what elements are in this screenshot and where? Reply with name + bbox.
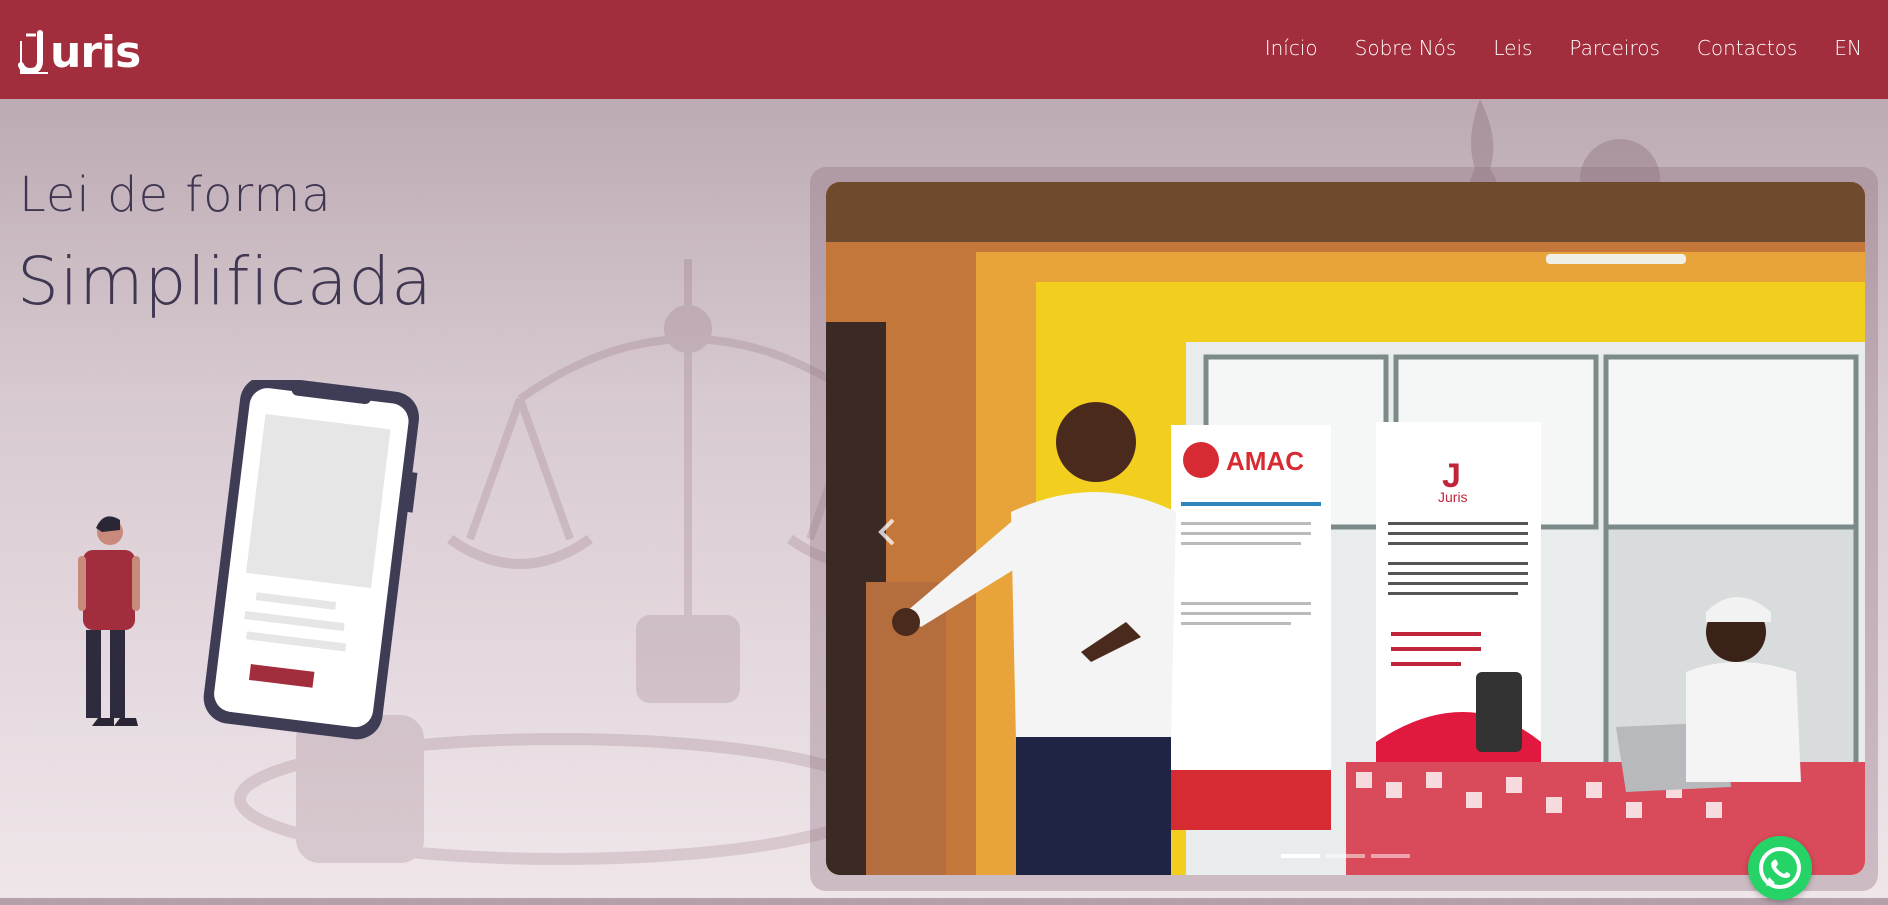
nav-contactos[interactable]: Contactos — [1697, 36, 1797, 60]
whatsapp-button[interactable] — [1748, 836, 1812, 900]
phone-illustration — [31, 380, 420, 740]
main-nav: Início Sobre Nós Leis Parceiros Contacto… — [1265, 36, 1862, 60]
carousel-slide-image: AMAC J Juris — [826, 182, 1865, 875]
carousel-indicator-3[interactable] — [1371, 854, 1410, 858]
carousel-prev-button[interactable] — [872, 512, 902, 552]
logo-text: uris — [50, 27, 141, 78]
nav-inicio[interactable]: Início — [1265, 36, 1318, 60]
juris-j-icon — [18, 30, 48, 75]
hero-carousel[interactable]: AMAC J Juris — [826, 182, 1865, 875]
nav-leis[interactable]: Leis — [1493, 36, 1532, 60]
carousel-indicator-1[interactable] — [1281, 854, 1320, 858]
chevron-left-icon — [878, 518, 895, 546]
logo[interactable]: uris — [18, 27, 141, 78]
svg-text:AMAC: AMAC — [1226, 446, 1304, 476]
nav-sobre-nos[interactable]: Sobre Nós — [1355, 36, 1457, 60]
hero-title-line1: Lei de forma — [19, 167, 332, 223]
phone-device — [203, 380, 420, 740]
language-toggle[interactable]: EN — [1834, 36, 1862, 60]
nav-parceiros[interactable]: Parceiros — [1569, 36, 1660, 60]
whatsapp-icon — [1759, 847, 1801, 889]
svg-text:Juris: Juris — [1438, 489, 1468, 505]
person-figure — [78, 516, 140, 726]
carousel-indicators — [1281, 854, 1410, 858]
top-navbar: uris Início Sobre Nós Leis Parceiros Con… — [0, 0, 1888, 99]
carousel-indicator-2[interactable] — [1326, 854, 1365, 858]
hero-title-line2: Simplificada — [17, 243, 433, 320]
